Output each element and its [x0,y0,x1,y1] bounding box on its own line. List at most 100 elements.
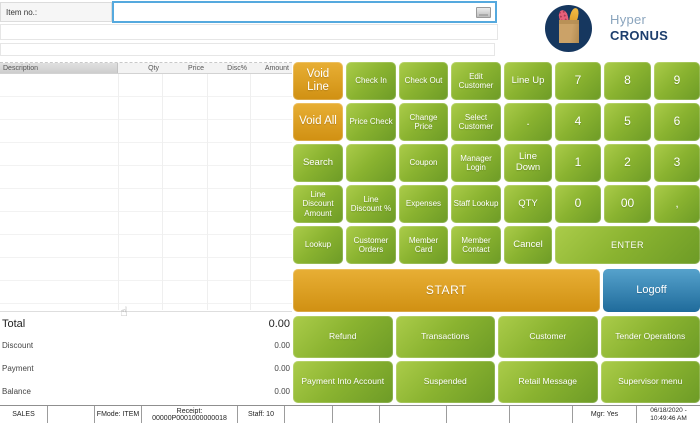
button-panel: Void Line Check In Check Out Edit Custom… [293,62,700,403]
button-cancel[interactable]: Cancel [504,226,552,264]
key-8[interactable]: 8 [604,62,651,100]
button-suspended[interactable]: Suspended [396,361,496,403]
column-description: Description [0,63,118,73]
key-enter[interactable]: ENTER [555,226,700,264]
column-price: Price [162,63,207,73]
button-member-card[interactable]: Member Card [399,226,448,264]
keyboard-icon[interactable] [476,7,491,18]
status-receipt: Receipt: 00000P0001000000018 [142,406,238,423]
total-row: Total 0.00 [2,318,290,341]
key-2[interactable]: 2 [604,144,651,182]
button-member-contact[interactable]: Member Contact [451,226,501,264]
button-line-discount-percent[interactable]: Line Discount % [346,185,396,223]
button-search[interactable]: Search [293,144,343,182]
status-mode: SALES [0,406,48,423]
function-keypad: Void Line Check In Check Out Edit Custom… [293,62,700,264]
button-qty[interactable]: QTY [504,185,552,223]
status-bar: SALES FMode: ITEM Receipt: 00000P0001000… [0,405,700,423]
item-no-input[interactable] [114,3,495,21]
button-price-check[interactable]: Price Check [346,103,396,141]
button-check-in[interactable]: Check In [346,62,396,100]
item-no-input-wrap [112,1,497,23]
key-3[interactable]: 3 [654,144,700,182]
button-void-line[interactable]: Void Line [293,62,343,100]
item-no-label: Item no.: [0,2,112,22]
brand-name-top: Hyper [610,12,646,27]
key-decimal[interactable]: . [504,103,552,141]
key-5[interactable]: 5 [604,103,651,141]
button-manager-login[interactable]: Manager Login [451,144,501,182]
button-lookup[interactable]: Lookup [293,226,343,264]
payment-label: Payment [2,364,34,373]
total-value: 0.00 [269,318,290,330]
balance-label: Balance [2,387,31,396]
key-00[interactable]: 00 [604,185,651,223]
column-disc: Disc% [207,63,250,73]
discount-label: Discount [2,341,33,350]
key-1[interactable]: 1 [555,144,601,182]
button-tender-operations[interactable]: Tender Operations [601,316,700,358]
button-logoff[interactable]: Logoff [603,269,700,312]
discount-row: Discount 0.00 [2,341,290,364]
button-coupon[interactable]: Coupon [399,144,448,182]
start-row: START Logoff [293,269,700,312]
brand-name-bottom: CRONUS [610,28,668,43]
button-refund[interactable]: Refund [293,316,393,358]
table-column-separator [207,74,208,310]
keyboard-icon-keys [479,14,488,16]
status-staff: Staff: 10 [238,406,285,423]
brand-logo: Hyper CRONUS [545,4,695,54]
key-0[interactable]: 0 [555,185,601,223]
key-9[interactable]: 9 [654,62,700,100]
message-strip [0,24,498,40]
column-qty: Qty [118,63,162,73]
status-cell-empty [48,406,95,423]
shopping-bag-icon [545,5,592,52]
status-cell-empty [333,406,380,423]
button-void-all[interactable]: Void All [293,103,343,141]
button-edit-customer[interactable]: Edit Customer [451,62,501,100]
discount-value: 0.00 [274,341,290,350]
payment-row: Payment 0.00 [2,364,290,387]
status-cell-empty [447,406,510,423]
button-retail-message[interactable]: Retail Message [498,361,598,403]
button-customer[interactable]: Customer [498,316,598,358]
button-staff-lookup[interactable]: Staff Lookup [451,185,501,223]
button-line-discount-amount[interactable]: Line Discount Amount [293,185,343,223]
bag-flap [559,20,579,24]
key-4[interactable]: 4 [555,103,601,141]
receipt-lines-body[interactable] [0,74,292,310]
button-expenses[interactable]: Expenses [399,185,448,223]
button-payment-into-account[interactable]: Payment Into Account [293,361,393,403]
button-blank[interactable] [346,144,396,182]
info-strip [0,43,495,56]
key-comma[interactable]: , [654,185,700,223]
button-supervisor-menu[interactable]: Supervisor menu [601,361,700,403]
status-mgr: Mgr: Yes [573,406,637,423]
status-cell-empty [380,406,447,423]
total-label: Total [2,318,25,330]
payment-value: 0.00 [274,364,290,373]
table-header: Description Qty Price Disc% Amount [0,62,292,74]
receipt-lines-table: Description Qty Price Disc% Amount [0,62,292,311]
key-7[interactable]: 7 [555,62,601,100]
button-select-customer[interactable]: Select Customer [451,103,501,141]
button-change-price[interactable]: Change Price [399,103,448,141]
column-amount: Amount [250,63,292,73]
status-datetime: 06/18/2020 - 10:49:46 AM [637,406,700,423]
balance-value: 0.00 [274,387,290,396]
status-cell-empty [285,406,333,423]
status-cell-empty [510,406,573,423]
totals-panel: Total 0.00 Discount 0.00 Payment 0.00 Ba… [0,311,292,403]
table-column-separator [250,74,251,310]
button-customer-orders[interactable]: Customer Orders [346,226,396,264]
table-column-separator [162,74,163,310]
button-line-up[interactable]: Line Up [504,62,552,100]
button-line-down[interactable]: Line Down [504,144,552,182]
key-6[interactable]: 6 [654,103,700,141]
status-fmode: FMode: ITEM [95,406,142,423]
pos-window: Item no.: Hyper CRONUS Description Qty P… [0,0,700,423]
button-start[interactable]: START [293,269,600,312]
button-check-out[interactable]: Check Out [399,62,448,100]
button-transactions[interactable]: Transactions [396,316,496,358]
